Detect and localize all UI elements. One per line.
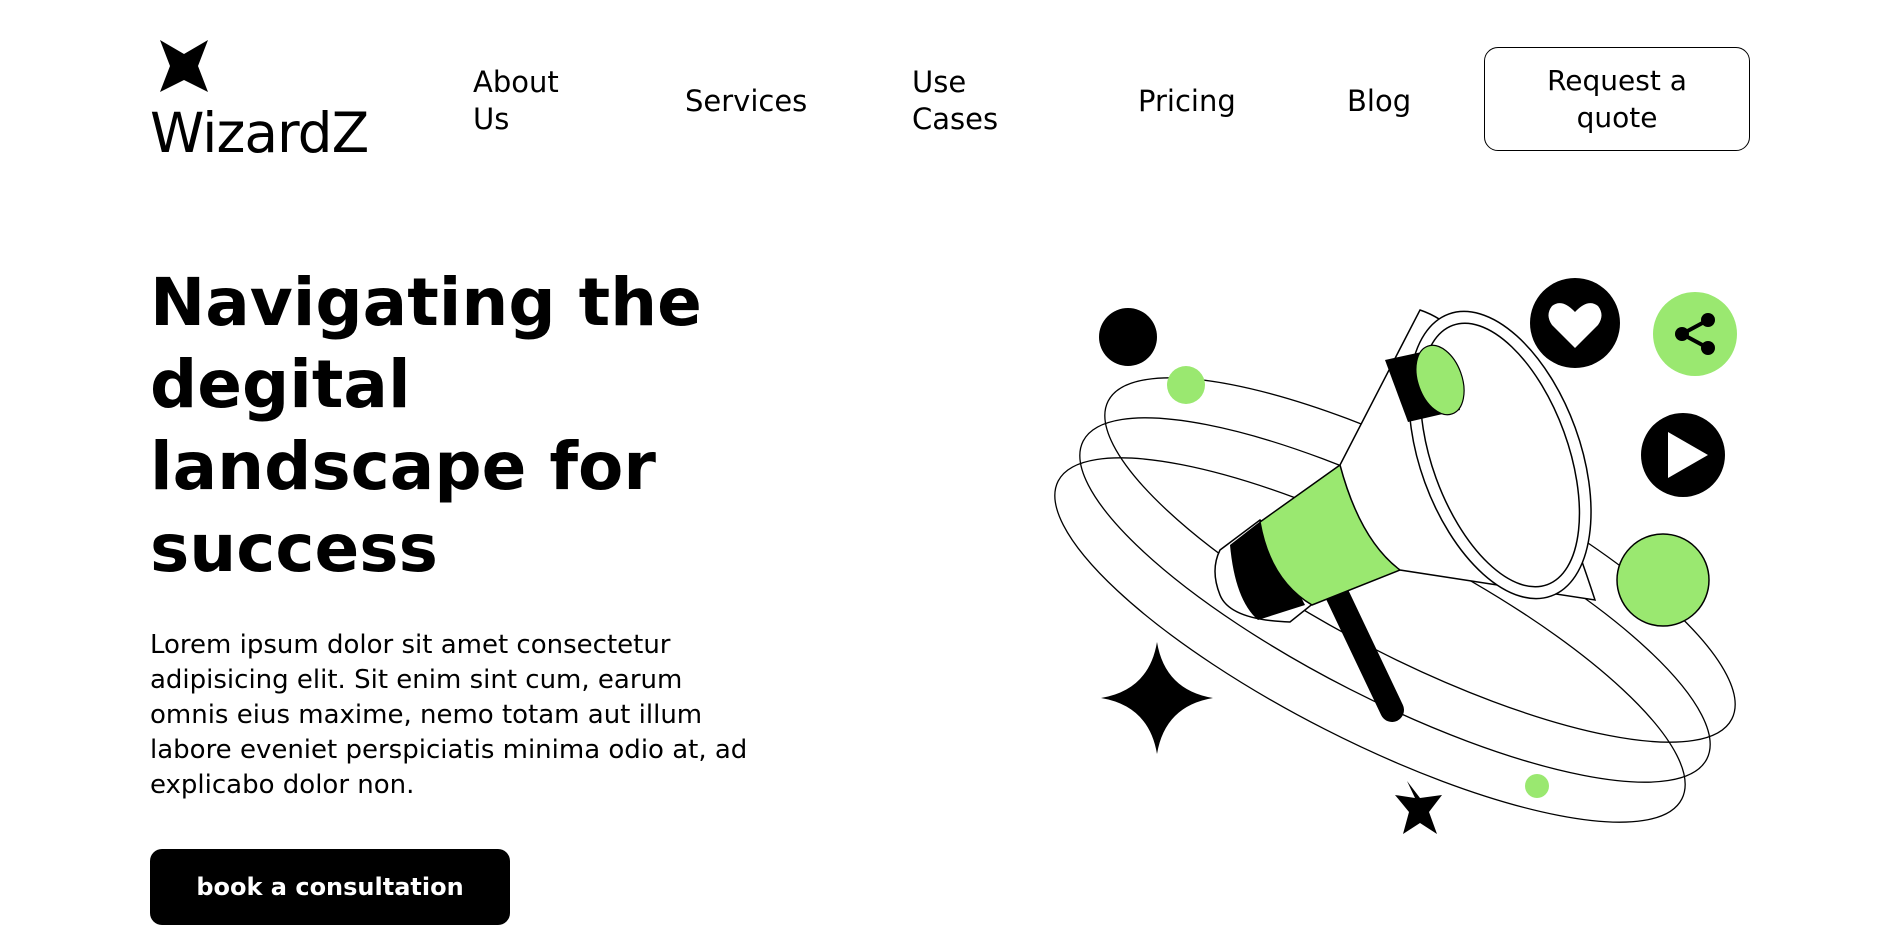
nav-item-services[interactable]: Services [685,83,807,120]
hero-illustration [1054,278,1737,834]
small-sparkle-star-icon [1395,781,1442,834]
hero-title: Navigating the degital landscape for suc… [150,264,702,587]
nav-item-pricing[interactable]: Pricing [1138,83,1236,120]
black-dot [1099,308,1157,366]
big-green-circle [1616,533,1710,627]
brand-name: WizardZ [150,101,369,165]
nav-item-about-us[interactable]: About Us [473,64,583,138]
brand-logo[interactable]: WizardZ [150,38,390,163]
book-consultation-button[interactable]: book a consultation [150,849,510,925]
page: WizardZ About Us Services Use Cases Pric… [0,0,1883,934]
request-quote-label: Request a quote [1547,64,1687,134]
request-quote-button[interactable]: Request a quote [1484,47,1750,151]
logo-star-icon [160,40,208,92]
heart-icon [1530,278,1620,368]
hero-description: Lorem ipsum dolor sit amet consectetur a… [150,630,748,800]
nav-item-blog[interactable]: Blog [1347,83,1411,120]
play-icon [1641,413,1725,497]
sparkle-star-icon [1101,642,1213,754]
book-consultation-label: book a consultation [196,873,464,901]
share-icon [1653,292,1737,376]
megaphone-handle [1323,578,1404,722]
green-dot [1167,366,1205,404]
nav-item-use-cases[interactable]: Use Cases [912,64,1022,138]
small-green-dot [1525,774,1549,798]
